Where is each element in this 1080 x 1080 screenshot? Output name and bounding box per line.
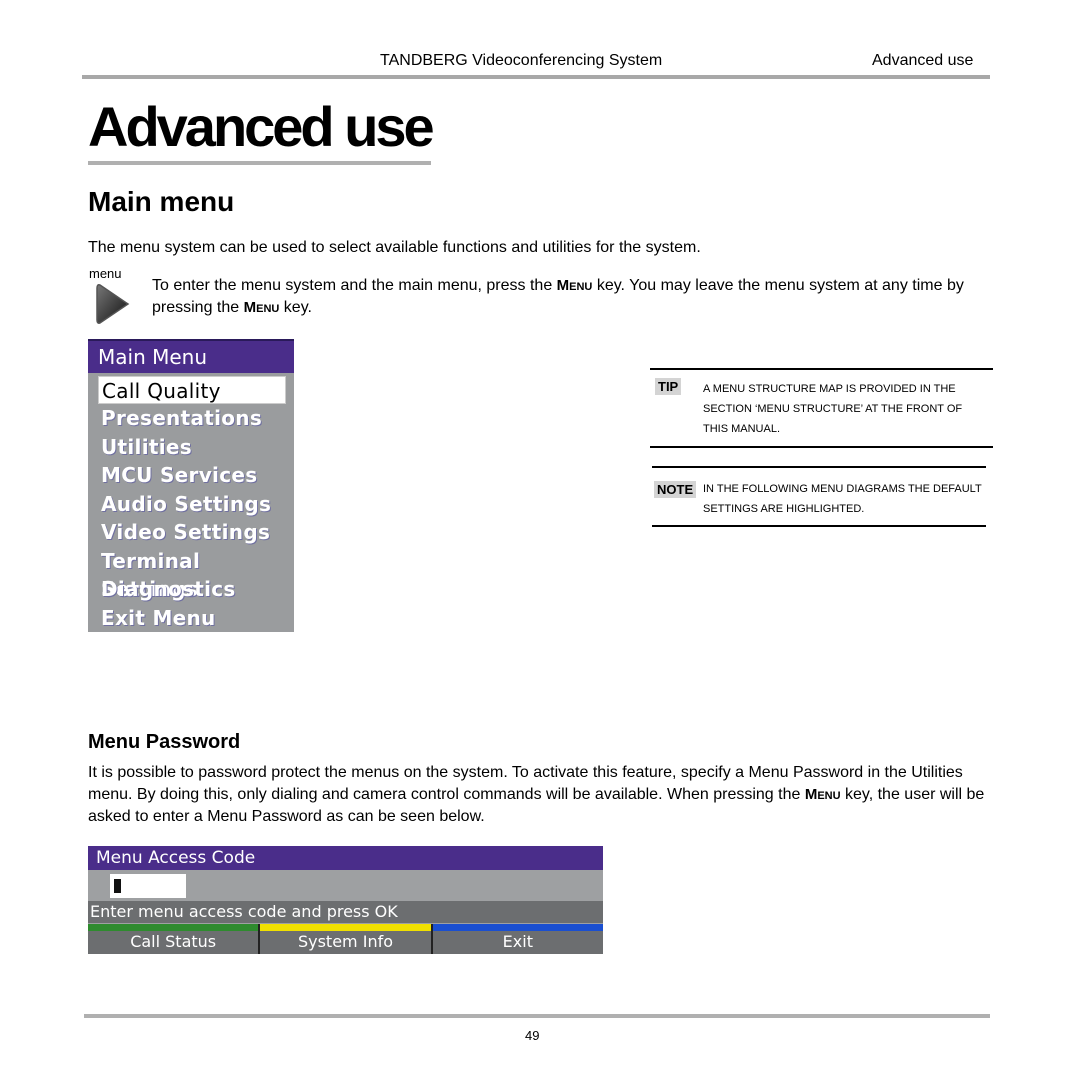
tip-top-rule [650,368,993,370]
menu-key-paragraph: To enter the menu system and the main me… [152,275,992,319]
softkey-label: System Info [297,932,393,951]
softkey-button[interactable]: Exit [432,924,603,954]
text-cursor [114,879,121,893]
header-divider [82,75,990,79]
menu-password-paragraph: It is possible to password protect the m… [88,762,993,828]
main-menu-item[interactable]: Utilities [88,433,294,462]
main-menu-item[interactable]: MCU Services [88,461,294,490]
section-title: Main menu [88,186,235,217]
tip-bottom-rule [650,446,993,448]
note-text: In the following menu diagrams the defau… [703,483,982,515]
page-number: 49 [525,1028,540,1043]
menu-key-icon [94,282,132,326]
softkey-color-bar [260,924,431,931]
footer-divider [84,1014,990,1018]
softkey-bar: Call Status System Info Exit [88,924,603,954]
access-code-prompt: Enter menu access code and press OK [88,901,603,923]
text: key. [279,299,312,316]
main-menu-item[interactable]: Exit Menu [88,604,294,633]
access-code-screenshot: Menu Access Code Enter menu access code … [88,846,603,954]
intro-paragraph: The menu system can be used to select av… [88,239,701,256]
header-section: Advanced use [872,52,974,69]
menu-key-ref: Menu [804,786,841,803]
softkey-label: Call Status [130,932,217,951]
chapter-divider [88,161,431,165]
access-code-title: Menu Access Code [88,846,603,870]
menu-key-ref: Menu [556,277,593,294]
tip-text: A menu structure map is provided in the … [703,383,963,435]
main-menu-screenshot: Main Menu Call Quality Presentations Utili… [88,339,294,632]
chapter-title: Advanced use [88,95,435,158]
softkey-button[interactable]: System Info [260,924,433,954]
main-menu-item[interactable]: Audio Settings [88,490,294,519]
note-badge: NOTE [654,481,697,498]
main-menu-list: Call Quality Presentations Utilities MCU Se… [88,375,294,632]
note-top-rule [652,466,986,468]
note-bottom-rule [652,525,986,527]
header-doc-title: TANDBERG Videoconferencing System [380,52,663,69]
main-menu-item[interactable]: Diagnostics [88,575,294,604]
softkey-button[interactable]: Call Status [88,924,261,954]
main-menu-item[interactable]: Call Quality [98,376,286,404]
main-menu-title: Main Menu [88,339,294,373]
main-menu-item[interactable]: Video Settings [88,518,294,547]
text: To enter the menu system and the main me… [152,277,557,294]
main-menu-item[interactable]: Presentations [88,404,294,433]
menu-password-title: Menu Password [88,731,241,753]
softkey-color-bar [88,924,259,931]
softkey-label: Exit [502,932,533,951]
menu-key-label: menu [89,266,122,281]
menu-key-ref: Menu [243,299,280,316]
access-code-input[interactable] [110,874,186,898]
main-menu-item[interactable]: Terminal Settings [88,547,294,601]
softkey-color-bar [432,924,603,931]
tip-badge: TIP [655,378,682,395]
